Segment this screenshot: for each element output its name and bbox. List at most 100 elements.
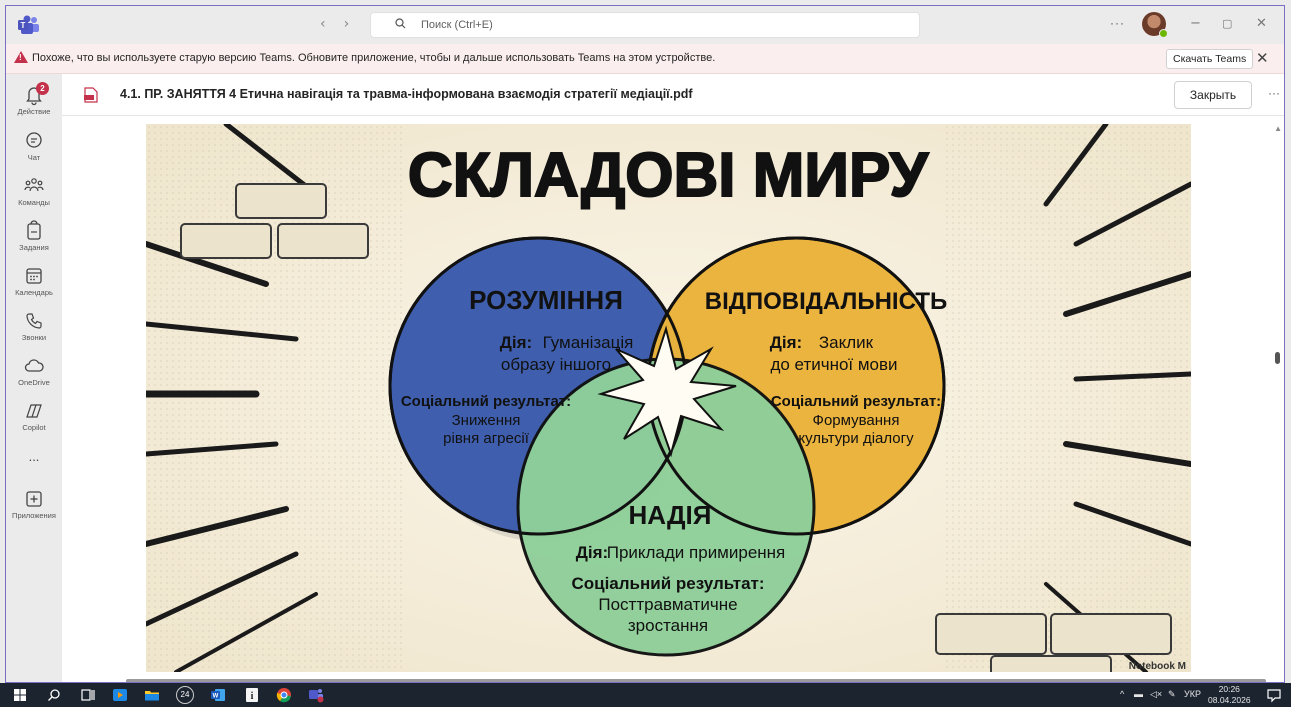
rail-item-onedrive[interactable]: OneDrive (6, 355, 62, 387)
warning-icon (14, 51, 28, 63)
apps-plus-icon (26, 491, 42, 507)
rail-label: Приложения (12, 511, 56, 520)
phone-icon (26, 313, 42, 329)
presence-available-icon (1159, 29, 1168, 38)
search-placeholder: Поиск (Ctrl+E) (421, 19, 493, 31)
circle-left-action-text-2: образу іншого (501, 355, 611, 374)
language-indicator[interactable]: УКР (1184, 689, 1201, 699)
more-options-icon[interactable]: ··· (1110, 16, 1125, 30)
circle-left-action-text-1: Гуманізація (543, 333, 634, 352)
more-icon: ... (28, 449, 40, 464)
assignments-icon (27, 220, 41, 240)
circle-right-title: ВІДПОВІДАЛЬНІСТЬ (705, 288, 947, 315)
circle-right-action-label: Дія: (770, 333, 802, 352)
circle-left-result-text-2: рівня агресії (443, 430, 530, 447)
app-24-icon[interactable]: 24 (176, 686, 194, 704)
word-icon[interactable]: W (210, 687, 226, 703)
calendar-icon (26, 268, 42, 284)
circle-bottom-action-text: Приклади примирення (607, 543, 786, 562)
teams-logo-icon[interactable]: T (18, 15, 40, 35)
circle-right-result-text-1: Формування (813, 412, 900, 429)
file-explorer-icon[interactable] (144, 687, 160, 703)
pdf-viewer[interactable]: ▲ СКЛАДОВІ МИРУ РОЗУМІННЯ Дія: Гуманізац… (62, 116, 1284, 682)
teams-window: T ‹ › Поиск (Ctrl+E) ··· − ▢ ✕ Похоже, ч… (5, 5, 1285, 683)
close-document-button[interactable]: Закрыть (1174, 81, 1252, 109)
circle-bottom-action-label: Дія: (576, 543, 608, 562)
halftone-right (946, 124, 1191, 672)
svg-text:i: i (251, 691, 254, 702)
document-header: 4.1. ПР. ЗАНЯТТЯ 4 Етична навігація та т… (62, 74, 1284, 116)
app-rail: 2 Действие Чат Команды Задания Календарь… (6, 74, 62, 682)
rail-item-calls[interactable]: Звонки (6, 310, 62, 342)
close-window-button[interactable]: ✕ (1256, 16, 1267, 31)
cloud-icon (24, 359, 44, 372)
rail-item-calendar[interactable]: Календарь (6, 265, 62, 297)
rail-item-apps[interactable]: Приложения (6, 488, 62, 520)
maximize-button[interactable]: ▢ (1222, 17, 1232, 30)
banner-message: Похоже, что вы используете старую версию… (32, 52, 716, 64)
rail-item-chat[interactable]: Чат (6, 130, 62, 162)
pdf-page: СКЛАДОВІ МИРУ РОЗУМІННЯ Дія: Гуманізація… (146, 124, 1191, 672)
slide-illustration: СКЛАДОВІ МИРУ РОЗУМІННЯ Дія: Гуманізація… (146, 124, 1191, 672)
user-avatar[interactable] (1142, 12, 1168, 38)
scroll-up-icon[interactable]: ▲ (1274, 124, 1282, 133)
svg-text:T: T (21, 21, 26, 30)
clock-date: 08.04.2026 (1208, 695, 1251, 705)
document-title: 4.1. ПР. ЗАНЯТТЯ 4 Етична навігація та т… (120, 87, 693, 101)
notebook-watermark: Notebook M (1129, 661, 1186, 672)
title-bar: T ‹ › Поиск (Ctrl+E) ··· − ▢ ✕ (6, 6, 1284, 44)
rail-label: Календарь (15, 288, 53, 297)
notifications-icon[interactable] (1266, 687, 1282, 703)
rail-item-teams[interactable]: Команды (6, 175, 62, 207)
search-input[interactable]: Поиск (Ctrl+E) (370, 12, 920, 38)
activity-badge: 2 (36, 82, 49, 95)
circle-bottom-title: НАДІЯ (629, 500, 712, 530)
forward-arrow-icon[interactable]: › (344, 16, 350, 32)
download-teams-button[interactable]: Скачать Teams (1166, 49, 1254, 69)
chrome-icon[interactable] (276, 687, 292, 703)
update-banner: Похоже, что вы используете старую версию… (6, 44, 1284, 74)
minimize-button[interactable]: − (1190, 16, 1201, 31)
rail-label: Задания (19, 243, 49, 252)
task-view-icon[interactable] (80, 687, 96, 703)
circle-right-action-text-2: до етичної мови (770, 355, 897, 374)
rail-item-assignments[interactable]: Задания (6, 220, 62, 252)
rail-label: OneDrive (18, 378, 50, 387)
slide-heading: СКЛАДОВІ МИРУ (408, 141, 930, 210)
rail-label: Действие (17, 107, 51, 116)
circle-left-action-label: Дія: (500, 333, 532, 352)
circle-right-result-text-2: культури діалогу (798, 430, 914, 447)
rail-label: Чат (27, 153, 41, 162)
rail-item-activity[interactable]: 2 Действие (6, 82, 62, 116)
clock-time: 20:26 (1218, 684, 1240, 694)
rail-item-more[interactable]: ... (6, 448, 62, 464)
windows-taskbar: 24 W i ^ ▬ ◁× ✎ УКР 20:26 08.04.2026 (0, 683, 1291, 707)
windows-start-icon[interactable] (12, 687, 28, 703)
document-more-icon[interactable]: ··· (1268, 86, 1280, 100)
tray-arrow-icon[interactable]: ^ (1120, 689, 1124, 699)
teams-icon (24, 178, 44, 192)
circle-left-title: РОЗУМІННЯ (469, 285, 623, 315)
vertical-scrollbar-thumb[interactable] (1275, 352, 1280, 364)
volume-icon[interactable]: ◁× (1150, 689, 1162, 700)
back-arrow-icon[interactable]: ‹ (320, 16, 326, 32)
circle-right-action-text-1: Заклик (819, 333, 874, 352)
system-clock[interactable]: 20:26 08.04.2026 (1208, 684, 1251, 706)
pen-icon[interactable]: ✎ (1168, 689, 1176, 700)
banner-close-icon[interactable]: ✕ (1256, 49, 1269, 67)
rail-label: Звонки (21, 333, 47, 342)
media-player-icon[interactable] (112, 687, 128, 703)
circle-bottom-result-label: Соціальний результат: (571, 574, 764, 593)
search-icon (395, 18, 406, 32)
teams-taskbar-icon[interactable] (308, 687, 324, 703)
chat-icon (26, 132, 42, 148)
rail-item-copilot[interactable]: Copilot (6, 400, 62, 432)
circle-bottom-result-text-2: зростання (628, 616, 708, 635)
navigation-arrows: ‹ › (320, 16, 349, 32)
journal-icon[interactable]: i (244, 687, 260, 703)
search-icon[interactable] (46, 687, 62, 703)
pdf-file-icon (84, 87, 98, 103)
network-icon[interactable]: ▬ (1134, 689, 1143, 699)
rail-label: Copilot (22, 423, 46, 432)
circle-left-result-label: Соціальний результат: (401, 393, 571, 410)
